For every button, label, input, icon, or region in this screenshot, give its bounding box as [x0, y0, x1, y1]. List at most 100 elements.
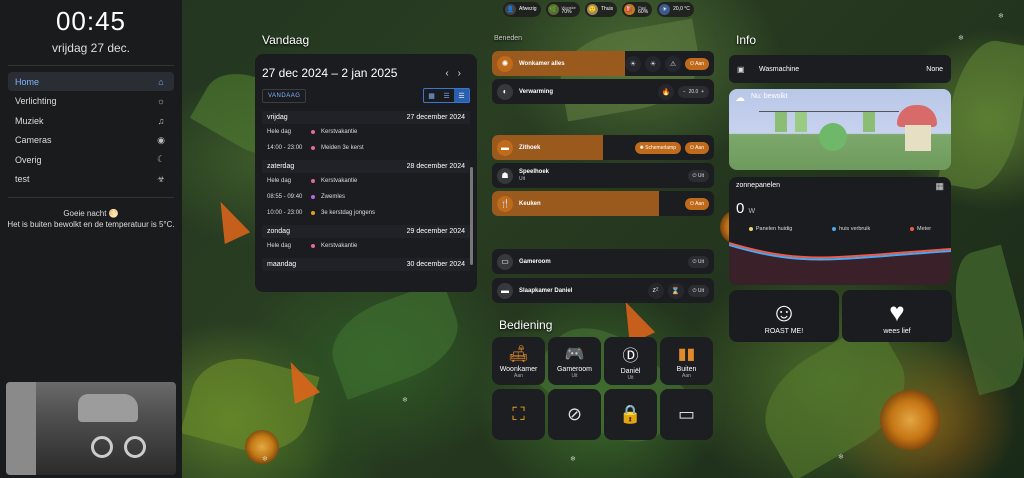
power-toggle[interactable]: ⏻ Uit — [687, 255, 709, 268]
gamepad-icon: ▭ — [497, 253, 513, 270]
power-toggle[interactable]: ⏻ Aan — [685, 57, 709, 70]
lock-rotate-button[interactable]: 🔒 — [604, 389, 657, 440]
sidebar-divider-2 — [8, 196, 174, 198]
status-chip-presence[interactable]: 👤 Afwezig — [503, 2, 541, 17]
chevron-left-icon[interactable]: ‹ — [445, 68, 457, 79]
power-toggle[interactable]: ⏻ Uit — [687, 169, 709, 182]
today-button[interactable]: VANDAAG — [262, 88, 307, 103]
washer-row[interactable]: ▣ Wasmachine None — [729, 55, 951, 83]
bed-icon: ▬ — [497, 282, 513, 299]
calendar-list: vrijdag 27 december 2024 Hele dag Kerstvak… — [262, 111, 470, 271]
control-slaapkamer-daniel[interactable]: ▬ Slaapkamer Daniel zᶻ ⌛ ⏻ Uit — [492, 278, 714, 303]
section-title-bediening: Bediening — [499, 318, 553, 332]
temperature-stepper[interactable]: − 20.0 + — [677, 85, 709, 98]
bulb-icon[interactable]: ☀ — [645, 55, 662, 72]
solar-panel-icon: ▦ — [935, 181, 944, 191]
control-zithoek[interactable]: ▬ Zithoek ✺ Schemerlamp ⏻ Aan — [492, 135, 714, 160]
tile-daniel[interactable]: Ⓓ Daniël Uit — [604, 337, 657, 385]
calendar-event[interactable]: Hele dag Kerstvakantie — [262, 173, 470, 189]
control-speelhoek[interactable]: ☗ Speelhoek Uit ⏻ Uit — [492, 163, 714, 188]
tile-buiten[interactable]: ▮▮ Buiten Aan — [660, 337, 713, 385]
power-toggle[interactable]: ⏻ Aan — [685, 197, 709, 210]
list-view-icon[interactable]: ☰ — [454, 89, 469, 102]
control-gameroom[interactable]: ▭ Gameroom ⏻ Uit — [492, 249, 714, 274]
avatar: 👤 — [505, 4, 516, 15]
lock-rotate-icon: 🔒 — [619, 404, 642, 424]
calendar-event[interactable]: 10:00 - 23:00 3e kerstdag jongens — [262, 205, 470, 221]
calendar-range: 27 dec 2024 – 2 jan 2025 — [262, 66, 398, 80]
sidebar-item-overig[interactable]: Overig ☾ — [8, 150, 174, 169]
kitchen-icon: 🍴 — [497, 195, 513, 212]
control-verwarming[interactable]: ◐ Verwarming 🔥 − 20.0 + — [492, 79, 714, 104]
minus-icon: − — [682, 88, 686, 95]
week-view-icon[interactable]: ☰ — [439, 89, 454, 102]
sidebar-item-home[interactable]: Home ⌂ — [8, 72, 174, 91]
sofa-icon: ▬ — [497, 139, 513, 156]
status-chip-thuis[interactable]: 🙂 Thuis — [584, 2, 618, 17]
scene-schemerlamp-button[interactable]: ✺ Schemerlamp — [634, 141, 682, 154]
calendar-event[interactable]: Hele dag Kerstvakantie — [262, 238, 470, 254]
cloud-icon: ☁ — [735, 93, 745, 104]
tablet-button[interactable]: ▭ — [660, 389, 713, 440]
frog-illustration — [819, 123, 847, 151]
sidebar-item-verlichting[interactable]: Verlichting ☼ — [8, 92, 174, 111]
solar-card[interactable]: zonnepanelen ▦ 0 W Panelen huidig huis v… — [729, 177, 951, 285]
washing-machine-icon: ▣ — [737, 64, 745, 74]
calendar-event[interactable]: 14:00 - 23:00 Meiden 3e kerst — [262, 140, 470, 156]
chevron-right-icon[interactable]: › — [458, 68, 470, 79]
thermostat-icon: ◐ — [497, 83, 513, 100]
tile-woonkamer[interactable]: 🛋 Woonkamer Aan — [492, 337, 545, 385]
flame-icon[interactable]: 🔥 — [657, 83, 674, 100]
status-bar: 👤 Afwezig 🌿 Wonske 70% 🙂 Thuis ⛽ Paul 60% ☀ 20,… — [503, 2, 694, 17]
music-icon: ♫ — [157, 115, 165, 126]
scan-button[interactable]: ⛶ — [492, 389, 545, 440]
status-chip-temperature[interactable]: ☀ 20,0 °C — [657, 2, 694, 17]
sofa-icon: 🛋 — [508, 345, 529, 363]
tablet-icon: ▭ — [677, 404, 695, 424]
camera-feed[interactable] — [6, 382, 176, 475]
scan-icon: ⛶ — [512, 404, 525, 424]
vacuum-off-icon: ⊘ — [566, 404, 583, 424]
avatar: 🙂 — [586, 4, 598, 15]
calendar-scrollbar[interactable] — [470, 167, 473, 265]
wees-lief-button[interactable]: ♥ wees lief — [842, 290, 952, 342]
toy-icon: ☗ — [497, 167, 513, 184]
section-title-info: Info — [736, 33, 757, 47]
heart-icon: ♥ — [889, 296, 905, 327]
sidebar-item-cameras[interactable]: Cameras ◉ — [8, 131, 174, 150]
roast-me-button[interactable]: ☺ ROAST ME! — [729, 290, 839, 342]
sidebar-item-test[interactable]: test ☣ — [8, 170, 174, 189]
calendar-event[interactable]: Hele dag Kerstvakantie — [262, 124, 470, 140]
tile-gameroom[interactable]: 🎮 Gameroom Uit — [548, 337, 601, 385]
sleep-icon[interactable]: zᶻ — [647, 282, 664, 299]
day-header: zondag 29 december 2024 — [262, 225, 470, 238]
lights-icon: ☼ — [156, 96, 166, 106]
control-keuken[interactable]: 🍴 Keuken ⏻ Aan — [492, 191, 714, 216]
month-view-icon[interactable]: ▦ — [424, 89, 439, 102]
solar-chart — [729, 242, 951, 285]
bulb-icon[interactable]: ☀ — [625, 55, 642, 72]
control-wonkamer-alles[interactable]: ✺ Wonkamer alles ☀ ☀ ⚠ ⏻ Aan — [492, 51, 714, 76]
warning-icon[interactable]: ⚠ — [665, 55, 682, 72]
smiley-icon: ☺ — [770, 296, 798, 327]
calendar-event[interactable]: 08:55 - 09:40 Zwemles — [262, 189, 470, 205]
section-title-beneden: Beneden — [494, 35, 523, 42]
day-header: vrijdag 27 december 2024 — [262, 111, 470, 124]
day-header: maandag 30 december 2024 — [262, 258, 470, 271]
home-icon: ⌂ — [158, 76, 164, 87]
avatar: 🌿 — [547, 4, 559, 15]
power-toggle[interactable]: ⏻ Uit — [687, 284, 709, 297]
weather-card[interactable]: ☁ Nu: bewolkt — [729, 89, 951, 170]
timer-icon[interactable]: ⌛ — [667, 282, 684, 299]
vacuum-off-button[interactable]: ⊘ — [548, 389, 601, 440]
clock: 00:45 — [55, 6, 127, 36]
power-toggle[interactable]: ⏻ Aan — [685, 141, 709, 154]
letter-d-icon: Ⓓ — [622, 347, 639, 365]
chart-legend: Panelen huidig huis verbruik Meter — [729, 226, 951, 232]
biohazard-icon: ☣ — [156, 173, 166, 184]
status-chip-paul[interactable]: ⛽ Paul 60% — [622, 2, 653, 17]
gamepad-icon: 🎮 — [564, 345, 585, 363]
status-chip-wonske[interactable]: 🌿 Wonske 70% — [545, 2, 580, 17]
sidebar-item-muziek[interactable]: Muziek ♫ — [8, 111, 174, 130]
clock-date: vrijdag 27 dec. — [51, 41, 131, 55]
